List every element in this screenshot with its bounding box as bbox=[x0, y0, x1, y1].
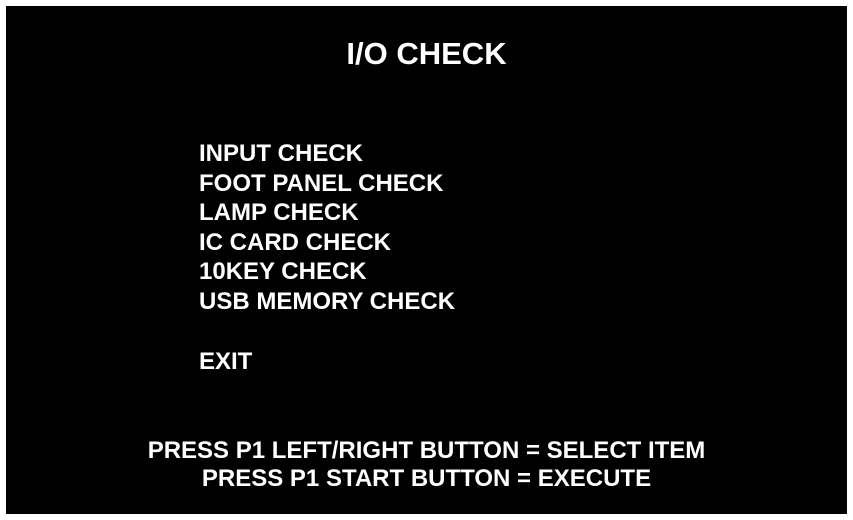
menu-item-lamp-check[interactable]: LAMP CHECK bbox=[199, 198, 455, 228]
menu-item-input-check[interactable]: INPUT CHECK bbox=[199, 139, 455, 169]
io-check-menu: INPUT CHECK FOOT PANEL CHECK LAMP CHECK … bbox=[199, 139, 455, 316]
page-title: I/O CHECK bbox=[346, 36, 507, 71]
instruction-select: PRESS P1 LEFT/RIGHT BUTTON = SELECT ITEM bbox=[147, 437, 706, 464]
instructions: PRESS P1 LEFT/RIGHT BUTTON = SELECT ITEM… bbox=[6, 437, 847, 493]
instruction-execute: PRESS P1 START BUTTON = EXECUTE bbox=[201, 465, 652, 492]
menu-item-foot-panel-check[interactable]: FOOT PANEL CHECK bbox=[199, 169, 455, 199]
menu-item-usb-memory-check[interactable]: USB MEMORY CHECK bbox=[199, 287, 455, 317]
io-check-screen: I/O CHECK INPUT CHECK FOOT PANEL CHECK L… bbox=[6, 6, 847, 514]
menu-item-ic-card-check[interactable]: IC CARD CHECK bbox=[199, 228, 455, 258]
menu-item-exit[interactable]: EXIT bbox=[199, 347, 252, 377]
menu-item-10key-check[interactable]: 10KEY CHECK bbox=[199, 257, 455, 287]
